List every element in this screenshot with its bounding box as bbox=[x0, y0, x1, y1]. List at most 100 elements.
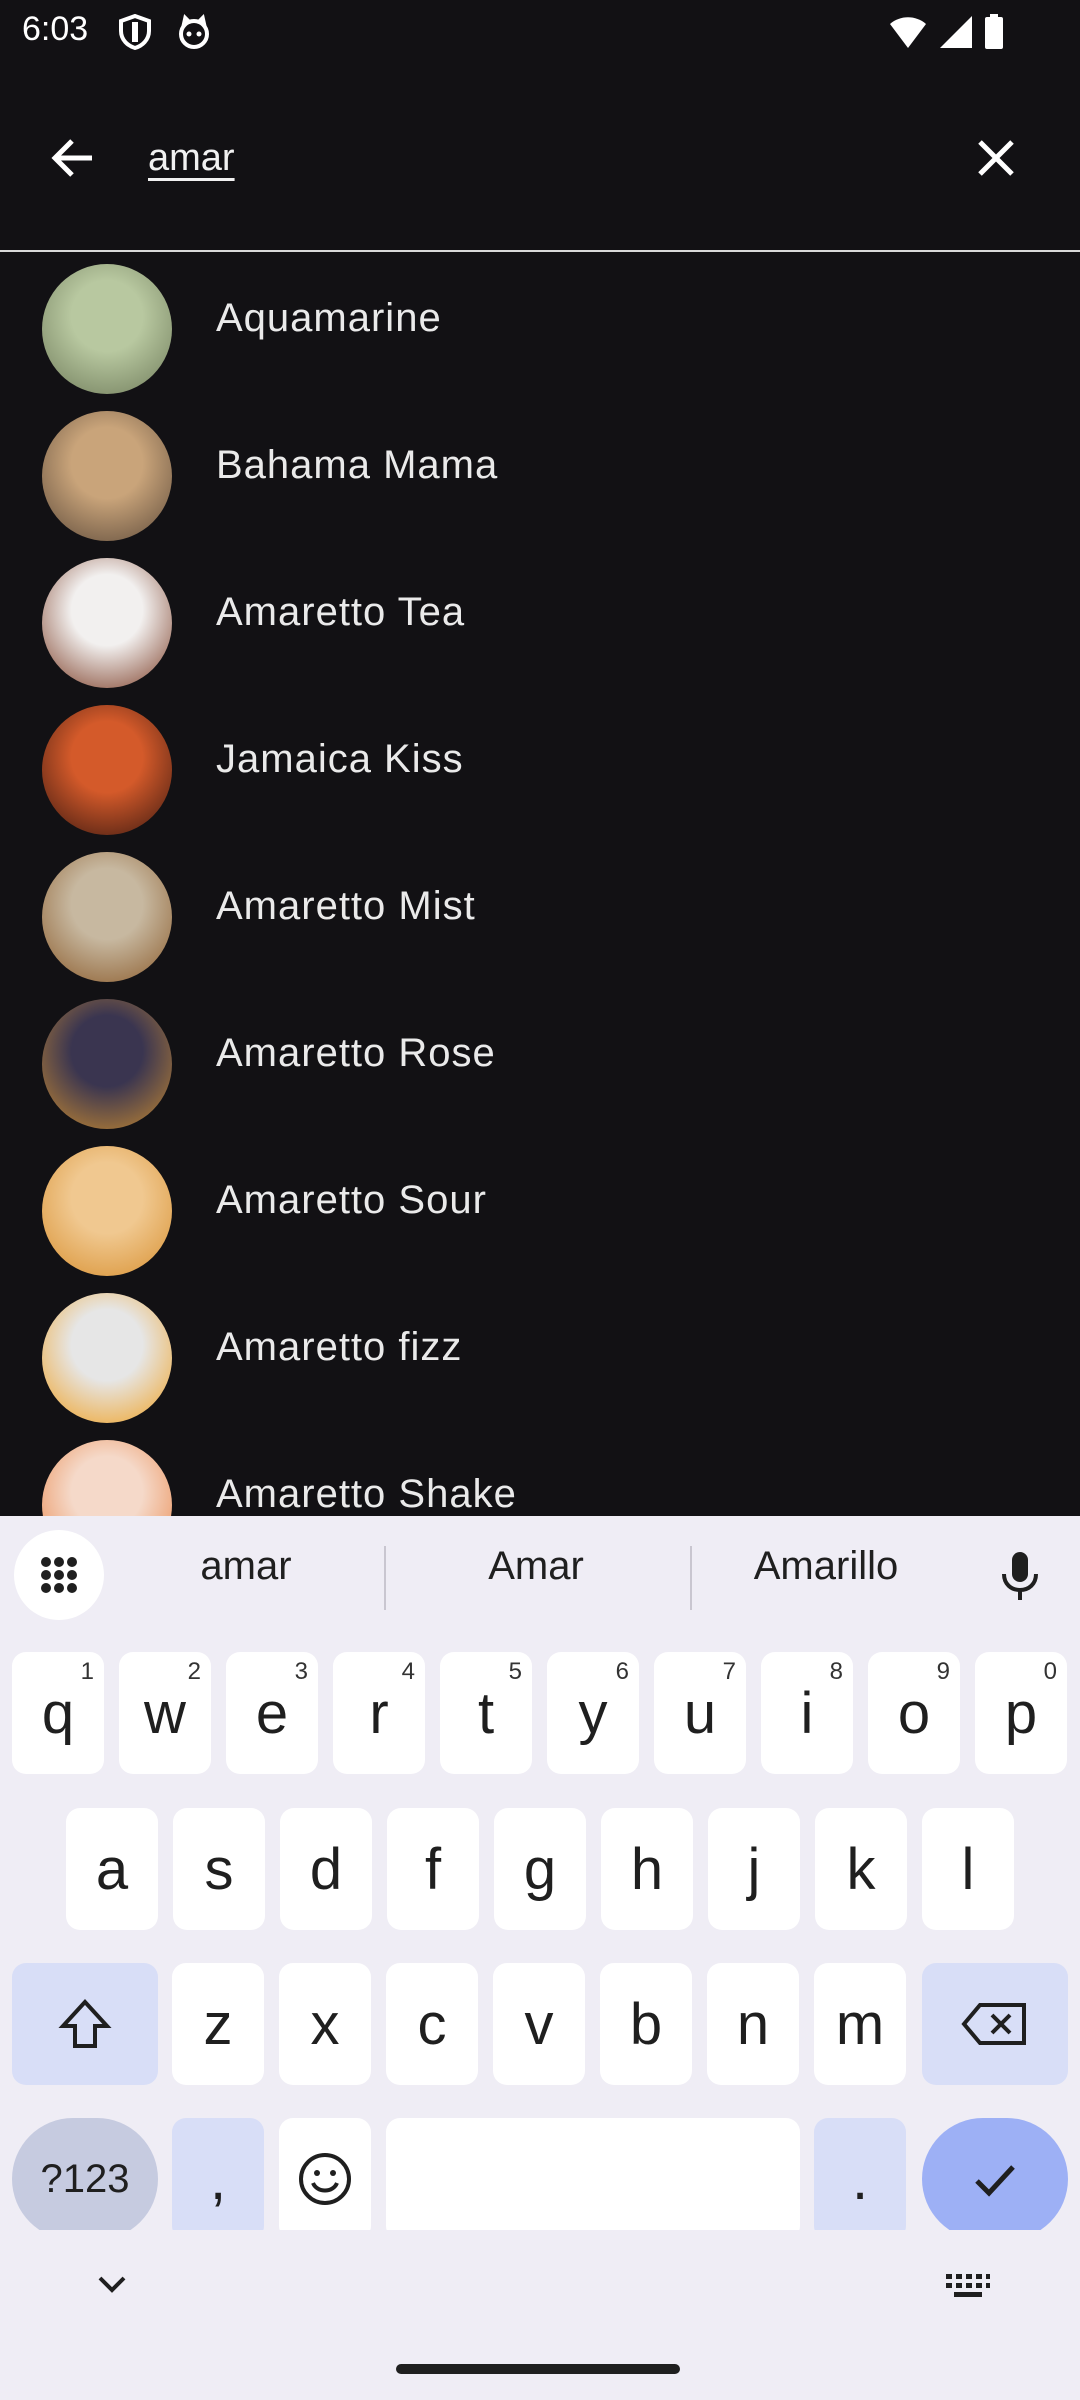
list-item[interactable]: Bahama Mama bbox=[0, 399, 1080, 546]
key-y[interactable]: y6 bbox=[547, 1652, 639, 1774]
key-g[interactable]: g bbox=[494, 1808, 586, 1930]
key-j-label: j bbox=[747, 1836, 761, 1902]
key-r[interactable]: r4 bbox=[333, 1652, 425, 1774]
key-v-label: v bbox=[524, 1991, 554, 2057]
key-u[interactable]: u7 bbox=[654, 1652, 746, 1774]
key-e-label: e bbox=[255, 1680, 289, 1746]
key-hint: 6 bbox=[615, 1658, 629, 1685]
key-hint: 4 bbox=[401, 1658, 415, 1685]
drink-thumbnail bbox=[42, 999, 172, 1129]
key-r-label: r bbox=[369, 1680, 389, 1746]
key-t[interactable]: t5 bbox=[440, 1652, 532, 1774]
shift-key[interactable] bbox=[12, 1963, 158, 2085]
smiley-icon bbox=[299, 2153, 351, 2205]
key-x[interactable]: x bbox=[279, 1963, 371, 2085]
key-b[interactable]: b bbox=[600, 1963, 692, 2085]
drink-name: Amaretto fizz bbox=[216, 1325, 463, 1369]
key-s[interactable]: s bbox=[173, 1808, 265, 1930]
list-item[interactable]: Aquamarine bbox=[0, 252, 1080, 399]
list-item[interactable]: Jamaica Kiss bbox=[0, 693, 1080, 840]
suggestion-1[interactable]: amar bbox=[146, 1544, 346, 1589]
apps-grid-icon[interactable] bbox=[14, 1530, 104, 1620]
key-q-label: q bbox=[41, 1680, 75, 1746]
key-hint: 9 bbox=[936, 1658, 950, 1685]
key-w-label: w bbox=[144, 1680, 186, 1746]
key-x-label: x bbox=[310, 1991, 340, 2057]
comma-key-label: , bbox=[209, 2146, 227, 2212]
key-v[interactable]: v bbox=[493, 1963, 585, 2085]
keyboard-icon[interactable] bbox=[944, 2270, 992, 2300]
cat-icon bbox=[176, 14, 212, 55]
suggestion-2[interactable]: Amar bbox=[436, 1544, 636, 1589]
check-icon bbox=[975, 2165, 1015, 2197]
list-item[interactable]: Amaretto Sour bbox=[0, 1134, 1080, 1281]
key-d[interactable]: d bbox=[280, 1808, 372, 1930]
status-time: 6:03 bbox=[22, 10, 89, 48]
drink-name: Aquamarine bbox=[216, 296, 442, 340]
key-k[interactable]: k bbox=[815, 1808, 907, 1930]
key-k-label: k bbox=[846, 1836, 876, 1902]
key-m-label: m bbox=[835, 1991, 885, 2057]
list-item[interactable]: Amaretto Mist bbox=[0, 840, 1080, 987]
key-c-label: c bbox=[417, 1991, 447, 2057]
key-h[interactable]: h bbox=[601, 1808, 693, 1930]
key-c[interactable]: c bbox=[386, 1963, 478, 2085]
key-l[interactable]: l bbox=[922, 1808, 1014, 1930]
key-o[interactable]: o9 bbox=[868, 1652, 960, 1774]
key-m[interactable]: m bbox=[814, 1963, 906, 2085]
drink-name: Amaretto Sour bbox=[216, 1178, 487, 1222]
list-item[interactable]: Amaretto Shake bbox=[0, 1428, 1080, 1516]
chevron-down-icon[interactable] bbox=[92, 2270, 132, 2300]
arrow-left-icon[interactable] bbox=[44, 128, 104, 188]
key-p-label: p bbox=[1004, 1680, 1038, 1746]
results-list: Aquamarine Bahama Mama Amaretto Tea Jamaica… bbox=[0, 252, 1080, 1516]
key-n[interactable]: n bbox=[707, 1963, 799, 2085]
key-hint: 5 bbox=[508, 1658, 522, 1685]
drink-thumbnail bbox=[42, 411, 172, 541]
key-hint: 1 bbox=[80, 1658, 94, 1685]
key-f[interactable]: f bbox=[387, 1808, 479, 1930]
key-e[interactable]: e3 bbox=[226, 1652, 318, 1774]
space-key[interactable] bbox=[386, 2118, 800, 2240]
list-item[interactable]: Amaretto Rose bbox=[0, 987, 1080, 1134]
key-q[interactable]: q1 bbox=[12, 1652, 104, 1774]
key-a-label: a bbox=[95, 1836, 129, 1902]
symbols-key[interactable]: ?123 bbox=[12, 2118, 158, 2240]
status-bar: 6:03 bbox=[0, 0, 1080, 64]
key-z[interactable]: z bbox=[172, 1963, 264, 2085]
close-icon[interactable] bbox=[966, 128, 1026, 188]
drink-name: Amaretto Mist bbox=[216, 884, 476, 928]
suggestion-strip: amar Amar Amarillo bbox=[0, 1516, 1080, 1632]
search-input[interactable]: amar bbox=[148, 128, 235, 188]
emoji-key[interactable] bbox=[279, 2118, 371, 2240]
key-a[interactable]: a bbox=[66, 1808, 158, 1930]
microphone-icon[interactable] bbox=[990, 1546, 1050, 1606]
drink-thumbnail bbox=[42, 558, 172, 688]
home-indicator[interactable] bbox=[396, 2364, 680, 2374]
search-bar: amar bbox=[0, 64, 1080, 250]
period-key-label: . bbox=[851, 2146, 869, 2212]
key-j[interactable]: j bbox=[708, 1808, 800, 1930]
key-p[interactable]: p0 bbox=[975, 1652, 1067, 1774]
suggestion-3[interactable]: Amarillo bbox=[706, 1544, 946, 1589]
key-s-label: s bbox=[204, 1836, 234, 1902]
backspace-icon bbox=[961, 2003, 1026, 2045]
list-item[interactable]: Amaretto fizz bbox=[0, 1281, 1080, 1428]
drink-name: Amaretto Tea bbox=[216, 590, 466, 634]
comma-key[interactable]: , bbox=[172, 2118, 264, 2240]
key-n-label: n bbox=[736, 1991, 770, 2057]
key-hint: 3 bbox=[294, 1658, 308, 1685]
drink-name: Amaretto Rose bbox=[216, 1031, 496, 1075]
enter-key[interactable] bbox=[922, 2118, 1068, 2240]
key-w[interactable]: w2 bbox=[119, 1652, 211, 1774]
key-f-label: f bbox=[424, 1836, 442, 1902]
backspace-key[interactable] bbox=[922, 1963, 1068, 2085]
key-hint: 7 bbox=[722, 1658, 736, 1685]
key-hint: 0 bbox=[1043, 1658, 1057, 1685]
key-hint: 8 bbox=[829, 1658, 843, 1685]
key-i[interactable]: i8 bbox=[761, 1652, 853, 1774]
key-y-label: y bbox=[578, 1680, 608, 1746]
drink-thumbnail bbox=[42, 1293, 172, 1423]
list-item[interactable]: Amaretto Tea bbox=[0, 546, 1080, 693]
period-key[interactable]: . bbox=[814, 2118, 906, 2240]
